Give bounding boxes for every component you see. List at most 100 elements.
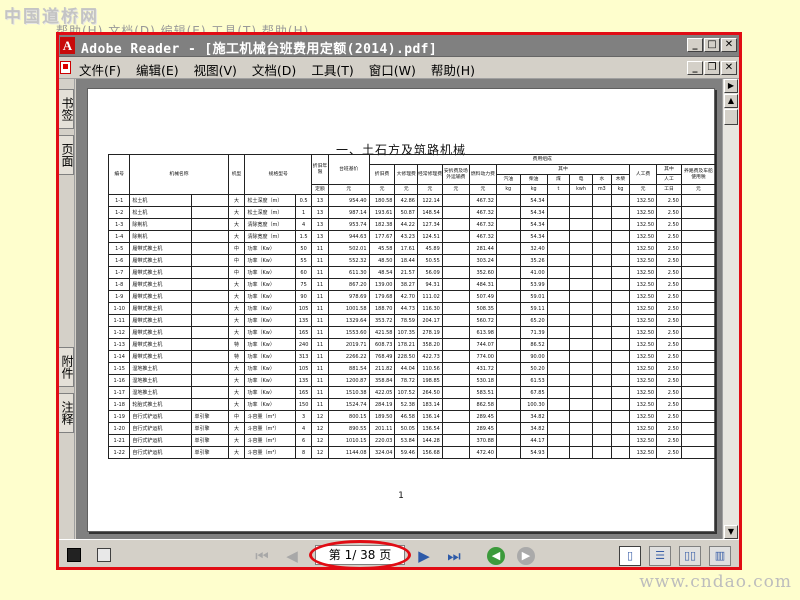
table-cell: 46.58	[394, 410, 418, 423]
tab-bookmarks[interactable]: 书签	[59, 89, 74, 129]
table-cell: 功率（Kw）	[244, 326, 297, 339]
table-cell: 11	[311, 278, 329, 291]
table-cell	[546, 206, 571, 219]
table-cell: 1-17	[107, 386, 131, 399]
table-cell	[191, 254, 229, 267]
table-cell	[591, 338, 612, 351]
table-row: 1-3 除荆机 大清除宽度（m） 4 13 953.74 182.38 44.22 127.34…	[107, 218, 717, 231]
scroll-up-icon[interactable]: ▲	[724, 94, 738, 108]
table-cell: 履带式推土机	[129, 242, 193, 255]
maximize-button[interactable]: □	[704, 38, 720, 52]
table-cell	[495, 374, 521, 387]
table-cell: 189.50	[368, 410, 396, 423]
table-cell: 2.50	[656, 434, 682, 447]
table-cell	[546, 278, 571, 291]
menu-item-5[interactable]: 窗口(W)	[369, 60, 416, 79]
table-cell	[495, 242, 521, 255]
table-cell	[591, 314, 612, 327]
table-row: 1-20 自行式铲运机 单引擎大斗容量（m³） 4 12 890.55 201.11 50.0…	[107, 422, 717, 435]
table-cell	[191, 374, 229, 387]
table-cell	[441, 326, 470, 339]
facing-view-icon[interactable]: ▯▯	[679, 546, 701, 566]
table-cell	[441, 434, 470, 447]
vertical-scrollbar[interactable]: ▶ ▲ ▼	[722, 79, 739, 539]
table-cell: 大	[227, 218, 246, 231]
table-row: 1-13 履带式推土机 特功率（Kw） 240 11 2019.71 608.73 178.2…	[107, 338, 717, 351]
table-cell	[495, 314, 521, 327]
table-cell: 1-22	[107, 446, 131, 459]
table-cell: 50.87	[394, 206, 418, 219]
menu-item-3[interactable]: 文档(D)	[252, 60, 296, 79]
table-cell	[591, 302, 612, 315]
last-page-button[interactable]: ⏭	[441, 546, 467, 566]
menu-item-4[interactable]: 工具(T)	[311, 60, 353, 79]
minimize-button[interactable]: _	[687, 38, 703, 52]
table-cell: 12	[311, 410, 329, 423]
table-cell	[591, 422, 612, 435]
title-bar: A Adobe Reader - [施工机械台班费用定额(2014).pdf] …	[59, 35, 739, 57]
table-cell: 功率（Kw）	[244, 278, 297, 291]
scroll-thumb[interactable]	[724, 109, 738, 125]
next-page-button[interactable]: ▶	[411, 546, 437, 566]
status-bar: ⏮ ◀ 第 1/ 38 页 ▶ ⏭ ◀ ▶ ▯ ☰ ▯▯ ▥	[59, 539, 739, 567]
table-cell: 1001.58	[327, 302, 370, 315]
single-page-view-icon[interactable]: ▯	[619, 546, 641, 566]
table-cell: 1200.87	[327, 374, 370, 387]
table-cell: 324.04	[368, 446, 396, 459]
table-cell	[546, 218, 571, 231]
menu-item-0[interactable]: 文件(F)	[79, 60, 121, 79]
table-cell: 560.72	[468, 314, 497, 327]
table-cell	[191, 266, 229, 279]
continuous-facing-view-icon[interactable]: ▥	[709, 546, 731, 566]
close-button[interactable]: ✕	[721, 38, 737, 52]
previous-page-button[interactable]: ◀	[279, 546, 305, 566]
table-cell: 湿地推土机	[129, 374, 193, 387]
table-cell: 431.72	[468, 362, 497, 375]
header-gasoline: 汽油	[495, 174, 521, 185]
table-cell: 中	[227, 266, 246, 279]
table-cell	[191, 314, 229, 327]
table-cell: 6	[295, 434, 313, 447]
table-row: 1-7 履带式推土机 中功率（Kw） 60 11 611.30 48.54 21.57 56.0…	[107, 266, 717, 279]
table-cell: 107.35	[394, 326, 418, 339]
table-cell: 1-19	[107, 410, 131, 423]
pages-panel-icon[interactable]	[67, 548, 81, 562]
scroll-down-icon[interactable]: ▼	[724, 525, 738, 539]
table-cell: 功率（Kw）	[244, 350, 297, 363]
scroll-right-icon[interactable]: ▶	[724, 79, 738, 93]
doc-minimize-button[interactable]: _	[687, 61, 703, 75]
table-cell: 大	[227, 398, 246, 411]
first-page-button[interactable]: ⏮	[249, 546, 275, 566]
table-cell	[441, 266, 470, 279]
header-depreciation: 折旧费	[368, 164, 396, 185]
adobe-reader-icon: A	[60, 37, 75, 54]
table-cell	[680, 350, 717, 363]
tab-comments[interactable]: 注释	[59, 393, 74, 433]
document-view[interactable]: 一、土石方及筑路机械 编号 机械名称 机型 规格型号 折旧年限 台班基价 费用组…	[76, 79, 724, 539]
table-cell: 954.40	[327, 194, 370, 207]
table-cell: 132.50	[628, 302, 658, 315]
continuous-view-icon[interactable]: ☰	[649, 546, 671, 566]
doc-close-button[interactable]: ✕	[721, 61, 737, 75]
page-number-field[interactable]: 第 1/ 38 页	[315, 545, 405, 565]
document-icon[interactable]	[60, 61, 71, 74]
table-cell: 583.51	[468, 386, 497, 399]
menu-item-6[interactable]: 帮助(H)	[431, 60, 475, 79]
go-back-button[interactable]: ◀	[487, 547, 505, 565]
table-cell	[495, 278, 521, 291]
page-size-icon[interactable]	[97, 548, 111, 562]
table-cell: 611.30	[327, 266, 370, 279]
table-cell: 11	[311, 338, 329, 351]
table-cell: 11	[311, 362, 329, 375]
doc-restore-button[interactable]: ❐	[704, 61, 720, 75]
header-fuel: 燃料动力费	[468, 164, 497, 185]
menu-item-2[interactable]: 视图(V)	[194, 60, 237, 79]
go-forward-button[interactable]: ▶	[517, 547, 535, 565]
table-cell	[546, 374, 571, 387]
tab-pages[interactable]: 页面	[59, 135, 74, 175]
table-cell: 800.15	[327, 410, 370, 423]
header-water: 水	[591, 174, 612, 185]
menu-item-1[interactable]: 编辑(E)	[136, 60, 179, 79]
tab-attachments[interactable]: 附件	[59, 347, 74, 387]
table-cell	[569, 278, 593, 291]
